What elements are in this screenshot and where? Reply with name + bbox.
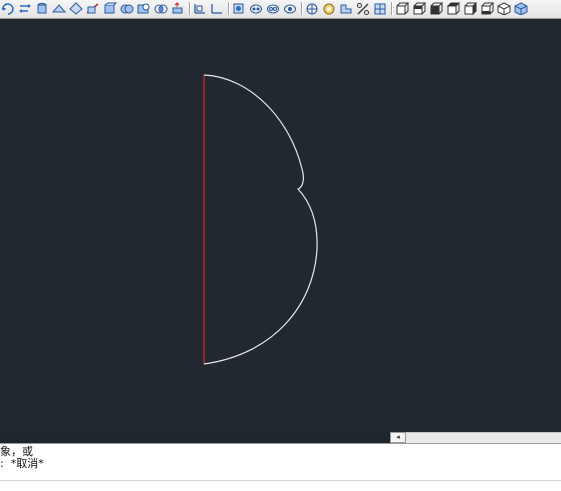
scrollbar-track[interactable] <box>390 432 561 443</box>
back-view-button[interactable] <box>412 2 426 15</box>
orbit-icon <box>250 4 262 14</box>
subtract-icon <box>137 3 150 14</box>
intersect-button[interactable] <box>154 2 168 15</box>
light-button[interactable] <box>322 2 336 15</box>
intersect-icon <box>154 4 168 14</box>
percent-icon <box>357 3 369 15</box>
ucs-button[interactable] <box>193 2 207 15</box>
light-icon <box>323 3 335 15</box>
rotate-arrow-icon <box>2 3 14 15</box>
modeling-toolbar <box>0 0 561 19</box>
cylinder-icon <box>37 2 47 14</box>
cylinder-button[interactable] <box>35 2 49 15</box>
bottom-view-button[interactable] <box>480 2 494 15</box>
wedge-icon <box>52 4 66 13</box>
union-icon <box>120 4 134 14</box>
command-prompt-line: : *取消* <box>0 458 44 470</box>
extrude-icon <box>172 2 183 14</box>
material-icon <box>340 4 352 14</box>
front-view-button[interactable] <box>395 2 409 15</box>
command-prompt-colon: : <box>0 457 4 470</box>
ucs-angle-button[interactable] <box>210 2 224 15</box>
extrude-button[interactable] <box>171 2 185 15</box>
drawing-svg <box>203 74 318 365</box>
toolbar-separator <box>391 2 393 15</box>
shade-button[interactable] <box>514 2 528 15</box>
top-view-icon <box>464 2 477 15</box>
render-icon <box>306 3 318 15</box>
view-icon <box>233 3 244 14</box>
back-view-icon <box>413 2 426 15</box>
render-button[interactable] <box>305 2 319 15</box>
cad-window: ◂ 象，或 : *取消* <box>0 0 561 491</box>
percent-button[interactable] <box>356 2 370 15</box>
drawing-area[interactable] <box>0 19 561 432</box>
diamond-button[interactable] <box>69 2 83 15</box>
continuous-orbit-button[interactable] <box>283 2 297 15</box>
swap-arrow-button[interactable] <box>18 2 32 15</box>
free-orbit-button[interactable] <box>266 2 280 15</box>
iso-view-icon <box>497 2 511 15</box>
top-view-button[interactable] <box>463 2 477 15</box>
view-button[interactable] <box>232 2 246 15</box>
command-divider <box>0 480 561 481</box>
scroll-left-button[interactable]: ◂ <box>390 432 406 443</box>
left-view-icon <box>430 2 443 15</box>
rotate-arrow-button[interactable] <box>1 2 15 15</box>
wedge-button[interactable] <box>52 2 66 15</box>
grid-icon <box>374 3 386 15</box>
swap-arrow-icon <box>19 4 31 13</box>
ucs-angle-icon <box>211 4 222 14</box>
diamond-icon <box>69 2 83 15</box>
iso-view-button[interactable] <box>497 2 511 15</box>
orbit-button[interactable] <box>249 2 263 15</box>
toolbar-separator <box>301 2 303 15</box>
bottom-view-icon <box>481 2 494 15</box>
profile-curve[interactable] <box>203 74 318 365</box>
command-line[interactable]: 象，或 : *取消* <box>0 443 561 491</box>
right-view-icon <box>446 2 460 15</box>
shade-icon <box>514 2 528 15</box>
slice-button[interactable] <box>86 2 100 15</box>
subtract-button[interactable] <box>137 2 151 15</box>
horizontal-scrollbar[interactable]: ◂ <box>0 432 561 443</box>
toolbar-separator <box>228 2 230 15</box>
continuous-orbit-icon <box>284 4 296 14</box>
ucs-icon <box>194 4 205 14</box>
front-view-icon <box>396 2 409 15</box>
grid-button[interactable] <box>373 2 387 15</box>
slice-icon <box>86 3 99 14</box>
command-cancel-text: *取消* <box>10 457 44 470</box>
box-solid-icon <box>104 2 117 14</box>
chevron-left-icon: ◂ <box>396 433 400 441</box>
right-view-button[interactable] <box>446 2 460 15</box>
free-orbit-icon <box>267 4 279 14</box>
toolbar-separator <box>189 2 191 15</box>
material-button[interactable] <box>339 2 353 15</box>
union-button[interactable] <box>120 2 134 15</box>
box-solid-button[interactable] <box>103 2 117 15</box>
left-view-button[interactable] <box>429 2 443 15</box>
